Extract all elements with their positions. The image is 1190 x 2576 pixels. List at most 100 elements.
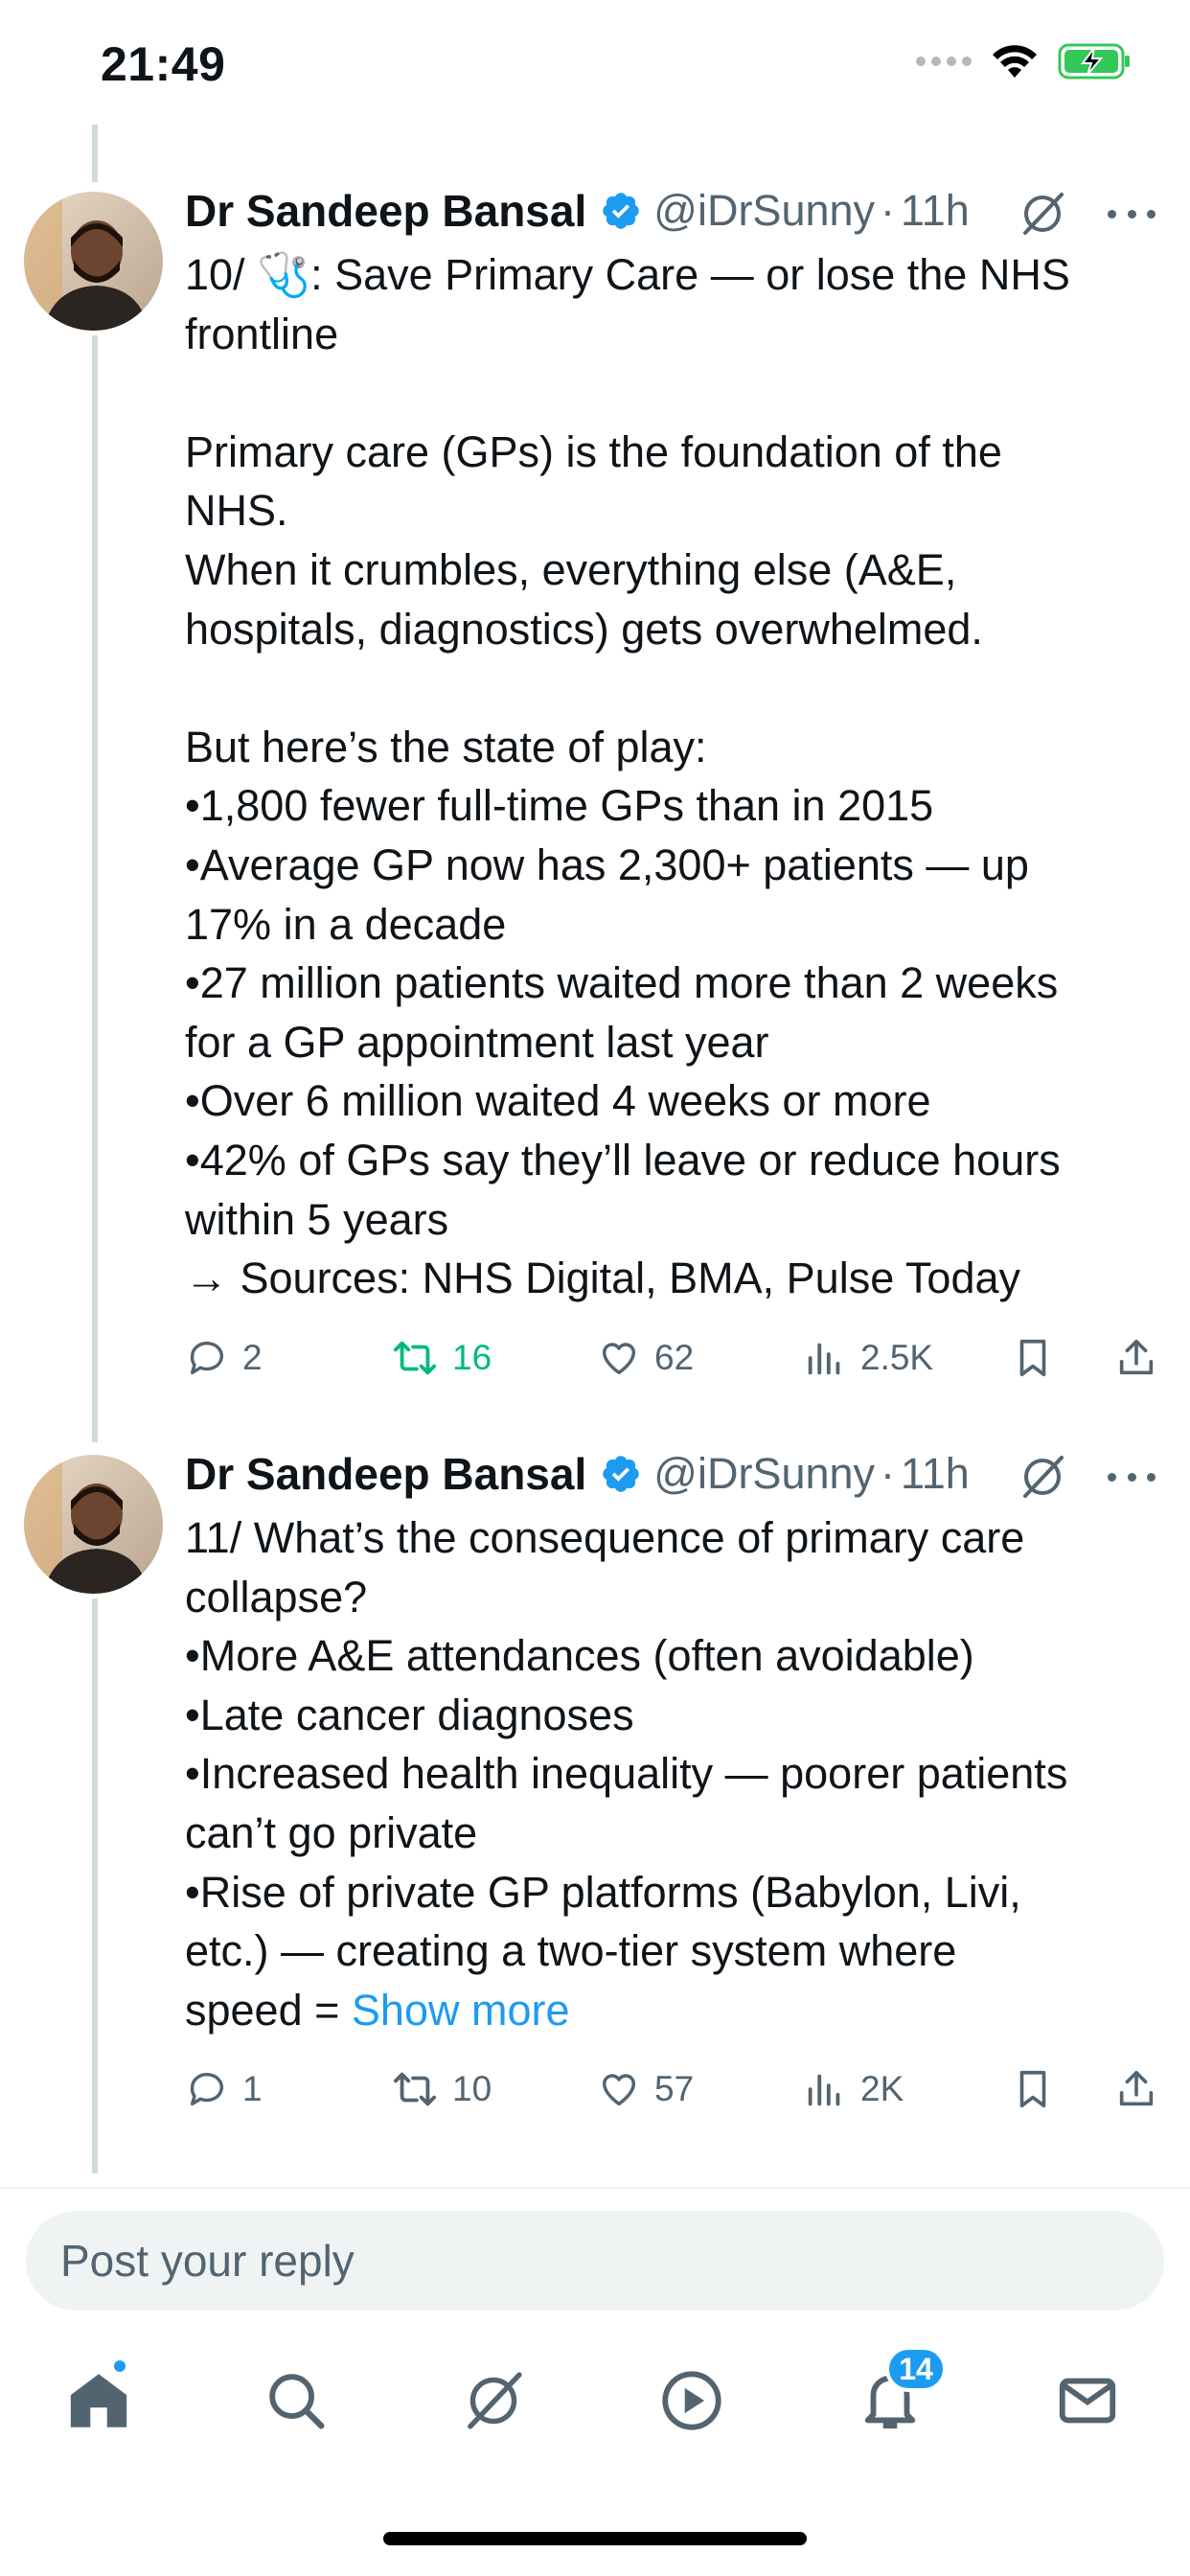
text-line: But here’s the state of play:: [185, 722, 707, 771]
text-line: within 5 years: [185, 1194, 449, 1244]
repost-icon: [393, 2072, 437, 2106]
reply-bar[interactable]: [26, 2211, 1164, 2311]
text-line: 10/ 🩺: Save Primary Care — or lose the N…: [185, 250, 1070, 299]
text-line: •Average GP now has 2,300+ patients — up: [185, 840, 1029, 889]
reply-count: 2: [242, 1338, 263, 1377]
separator: ·: [881, 1449, 896, 1498]
text-line: can’t go private: [185, 1807, 478, 1857]
home-unread-dot: [111, 2358, 128, 2375]
tweet-text: 10/ 🩺: Save Primary Care — or lose the N…: [185, 245, 1153, 1308]
status-icons: [916, 42, 1133, 80]
text-line: •More A&E attendances (often avoidable): [185, 1631, 974, 1681]
author-handle[interactable]: @iDrSunny: [653, 186, 875, 236]
share-button[interactable]: [1114, 1329, 1158, 1387]
author-handle[interactable]: @iDrSunny: [653, 1449, 875, 1499]
text-line: frontline: [185, 309, 339, 358]
tweet-header: Dr Sandeep Bansal @iDrSunny · 11h: [185, 1448, 970, 1500]
repost-button[interactable]: 10: [391, 2060, 492, 2118]
timestamp[interactable]: 11h: [901, 1449, 970, 1499]
battery-charging-icon: [1058, 43, 1130, 80]
views-count: 2K: [860, 2069, 904, 2108]
status-bar: 21:49: [0, 0, 1190, 125]
tab-messages[interactable]: [1044, 2358, 1131, 2444]
tab-notifications[interactable]: 14: [847, 2346, 947, 2444]
share-icon: [1119, 2070, 1154, 2106]
author-name[interactable]: Dr Sandeep Bansal: [185, 1448, 586, 1500]
text-line: NHS.: [185, 486, 288, 536]
text-line: [185, 658, 1153, 718]
tab-home[interactable]: [56, 2358, 142, 2444]
show-more-link[interactable]: Show more: [352, 1986, 570, 2035]
like-button[interactable]: 57: [597, 2060, 694, 2118]
more-options-icon[interactable]: [1104, 189, 1159, 239]
grok-icon[interactable]: [1018, 189, 1067, 239]
tweet-header: Dr Sandeep Bansal @iDrSunny · 11h: [185, 185, 970, 237]
home-indicator: [383, 2532, 807, 2545]
verified-badge-icon: [603, 193, 640, 229]
views-button[interactable]: 2.5K: [803, 1329, 933, 1387]
text-line: → Sources: NHS Digital, BMA, Pulse Today: [185, 1254, 1021, 1303]
heart-icon: [602, 1343, 636, 1375]
repost-count: 16: [452, 1338, 492, 1377]
author-name[interactable]: Dr Sandeep Bansal: [185, 185, 586, 237]
text-line: [185, 363, 1153, 423]
reply-button[interactable]: 2: [185, 1329, 263, 1387]
avatar[interactable]: [24, 1455, 163, 1594]
verified-badge-icon: [603, 1456, 640, 1492]
more-options-icon[interactable]: [1104, 1452, 1159, 1502]
text-line: •42% of GPs say they’ll leave or reduce …: [185, 1135, 1061, 1184]
repost-count: 10: [452, 2069, 492, 2108]
views-icon: [808, 2074, 840, 2106]
like-button[interactable]: 62: [597, 1329, 694, 1387]
text-line: •Rise of private GP platforms (Babylon, …: [185, 1867, 1021, 1917]
share-button[interactable]: [1114, 2060, 1158, 2118]
reply-icon: [190, 1341, 224, 1375]
thread-line-top: [92, 125, 98, 182]
text-line: Primary care (GPs) is the foundation of …: [185, 426, 1002, 476]
bookmark-button[interactable]: [1011, 2060, 1055, 2118]
text-line: speed = Show more: [185, 1981, 1153, 2040]
text-fragment: speed =: [185, 1985, 352, 2035]
repost-icon: [393, 1341, 437, 1375]
text-line: etc.) — creating a two-tier system where: [185, 1926, 957, 1976]
bottom-tab-bar: 14: [0, 2338, 1190, 2472]
tab-search[interactable]: [253, 2358, 339, 2444]
reply-icon: [190, 2072, 224, 2106]
views-icon: [808, 1343, 840, 1375]
text-line: •Increased health inequality — poorer pa…: [185, 1749, 1068, 1799]
text-line: •1,800 fewer full-time GPs than in 2015: [185, 781, 934, 831]
home-icon: [70, 2374, 127, 2427]
views-button[interactable]: 2K: [803, 2060, 904, 2118]
text-line: •Late cancer diagnoses: [185, 1690, 634, 1739]
reply-count: 1: [242, 2069, 263, 2108]
like-count: 57: [654, 2069, 695, 2108]
bookmark-button[interactable]: [1011, 1329, 1055, 1387]
tweet-actions: 2 16 62 2.5K: [185, 1329, 1172, 1387]
text-line: When it crumbles, everything else (A&E,: [185, 544, 957, 594]
tab-grok[interactable]: [450, 2358, 537, 2444]
reply-button[interactable]: 1: [185, 2060, 263, 2118]
text-line: 11/ What’s the consequence of primary ca…: [185, 1513, 1025, 1562]
search-icon: [269, 2374, 325, 2429]
text-line: 17% in a decade: [185, 899, 507, 949]
wifi-icon: [993, 45, 1037, 78]
timestamp[interactable]: 11h: [901, 186, 970, 236]
text-line: for a GP appointment last year: [185, 1017, 769, 1067]
repost-button[interactable]: 16: [391, 1329, 492, 1387]
cellular-signal-icon: [916, 57, 972, 66]
bookmark-icon: [1019, 2070, 1046, 2108]
reply-input[interactable]: [26, 2211, 1164, 2311]
status-time: 21:49: [101, 37, 226, 91]
grok-icon: [468, 2372, 522, 2429]
notifications-badge: 14: [885, 2346, 947, 2392]
share-icon: [1119, 1339, 1154, 1375]
tab-video[interactable]: [649, 2358, 735, 2444]
tweet-actions: 1 10 57 2K: [185, 2060, 1172, 2118]
text-line: collapse?: [185, 1572, 368, 1622]
bookmark-icon: [1019, 1339, 1046, 1377]
messages-icon: [1059, 2378, 1116, 2424]
views-count: 2.5K: [860, 1338, 934, 1377]
avatar[interactable]: [24, 192, 163, 331]
text-line: hospitals, diagnostics) gets overwhelmed…: [185, 604, 983, 654]
grok-icon[interactable]: [1018, 1452, 1067, 1502]
